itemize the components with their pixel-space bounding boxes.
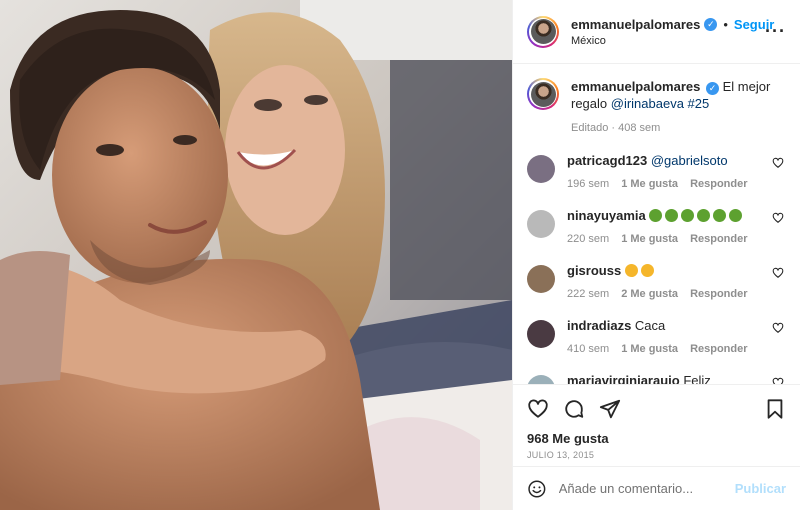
publish-button[interactable]: Publicar	[735, 481, 786, 496]
reply-button[interactable]: Responder	[690, 176, 747, 192]
commenter-avatar[interactable]	[527, 375, 555, 384]
comment-likes[interactable]: 1 Me gusta	[621, 231, 678, 247]
comment-like-heart-icon[interactable]	[772, 322, 784, 334]
emoji-face-icon	[697, 209, 711, 222]
post-actions: 968 Me gusta JULIO 13, 2015	[513, 384, 800, 466]
emoji-face-icon	[649, 209, 663, 222]
more-options-icon[interactable]: ···	[765, 22, 786, 40]
comment-bubble-icon[interactable]	[563, 398, 585, 420]
comment-item: gisrouss 222 sem 2 Me gusta Responder	[527, 263, 786, 302]
comment-input[interactable]	[558, 481, 735, 496]
caption-avatar[interactable]	[527, 78, 559, 110]
comment-like-heart-icon[interactable]	[772, 377, 784, 384]
commenter-avatar[interactable]	[527, 320, 555, 348]
comment-item: ninayuyamia 220 sem 1 Me gusta Responder	[527, 208, 786, 247]
comments-list[interactable]: emmanuelpalomares ✓ El mejor regalo @iri…	[513, 64, 800, 384]
post-photo[interactable]	[0, 0, 512, 510]
emoji-face-icon	[665, 209, 679, 222]
comment-age: 222 sem	[567, 288, 610, 300]
comment-item: patricagd123 @gabrielsoto 196 sem 1 Me gus…	[527, 153, 786, 192]
emoji-face-icon	[729, 209, 743, 222]
reply-button[interactable]: Responder	[690, 286, 747, 302]
comment-text: Caca	[634, 318, 666, 333]
caption-hashtag[interactable]: #25	[684, 96, 710, 111]
commenter-avatar[interactable]	[527, 210, 555, 238]
post-caption: emmanuelpalomares ✓ El mejor regalo @iri…	[527, 72, 786, 137]
separator-dot: •	[723, 16, 728, 32]
comment-composer: Publicar	[513, 466, 800, 510]
commenter-username[interactable]: gisrouss	[567, 263, 621, 278]
author-avatar[interactable]	[527, 15, 559, 48]
comment-likes[interactable]: 1 Me gusta	[621, 341, 678, 357]
commenter-username[interactable]: indradiazs	[567, 318, 631, 333]
reply-button[interactable]: Responder	[690, 341, 747, 357]
emoji-smiley-icon[interactable]	[527, 478, 547, 500]
comment-text: Feliz	[683, 373, 711, 384]
comment-like-heart-icon[interactable]	[772, 157, 784, 169]
reply-button[interactable]: Responder	[690, 231, 747, 247]
commenter-avatar[interactable]	[527, 265, 555, 293]
emoji-face-icon	[681, 209, 695, 222]
verified-badge-icon: ✓	[704, 17, 718, 31]
share-send-icon[interactable]	[599, 398, 621, 420]
comment-likes[interactable]: 2 Me gusta	[621, 286, 678, 302]
emoji-face-icon	[624, 264, 638, 277]
caption-mention[interactable]: @irinabaeva	[611, 96, 684, 111]
commenter-username[interactable]: patricagd123	[567, 153, 647, 168]
caption-age[interactable]: 408 sem	[618, 122, 660, 134]
comment-age: 196 sem	[567, 178, 610, 190]
emoji-face-icon	[640, 264, 654, 277]
comment-likes[interactable]: 1 Me gusta	[621, 176, 678, 192]
comment-item: indradiazs Caca 410 sem 1 Me gusta Responde…	[527, 318, 786, 357]
bookmark-icon[interactable]	[764, 398, 786, 420]
post-date: JULIO 13, 2015	[527, 450, 595, 460]
selfie-image	[0, 0, 512, 510]
verified-badge-icon: ✓	[705, 82, 719, 95]
commenter-avatar[interactable]	[527, 155, 555, 183]
comment-item: mariavirginiaraujo Feliz	[527, 373, 786, 384]
comment-like-heart-icon[interactable]	[772, 212, 784, 224]
like-heart-icon[interactable]	[527, 398, 549, 420]
edited-label: Editado	[571, 122, 609, 134]
post-header: emmanuelpalomares ✓ • Seguir México ···	[513, 0, 800, 64]
comment-text[interactable]: @gabrielsoto	[651, 153, 728, 168]
commenter-username[interactable]: mariavirginiaraujo	[567, 373, 680, 384]
post-location[interactable]: México	[571, 35, 774, 47]
likes-count[interactable]: 968 Me gusta	[527, 431, 786, 446]
comment-age: 410 sem	[567, 343, 610, 355]
post-side-panel: emmanuelpalomares ✓ • Seguir México ··· …	[512, 0, 800, 510]
comment-age: 220 sem	[567, 233, 610, 245]
comment-like-heart-icon[interactable]	[772, 267, 784, 279]
author-username[interactable]: emmanuelpalomares	[571, 17, 700, 32]
caption-username[interactable]: emmanuelpalomares	[571, 79, 700, 94]
commenter-username[interactable]: ninayuyamia	[567, 208, 646, 223]
emoji-face-icon	[713, 209, 727, 222]
